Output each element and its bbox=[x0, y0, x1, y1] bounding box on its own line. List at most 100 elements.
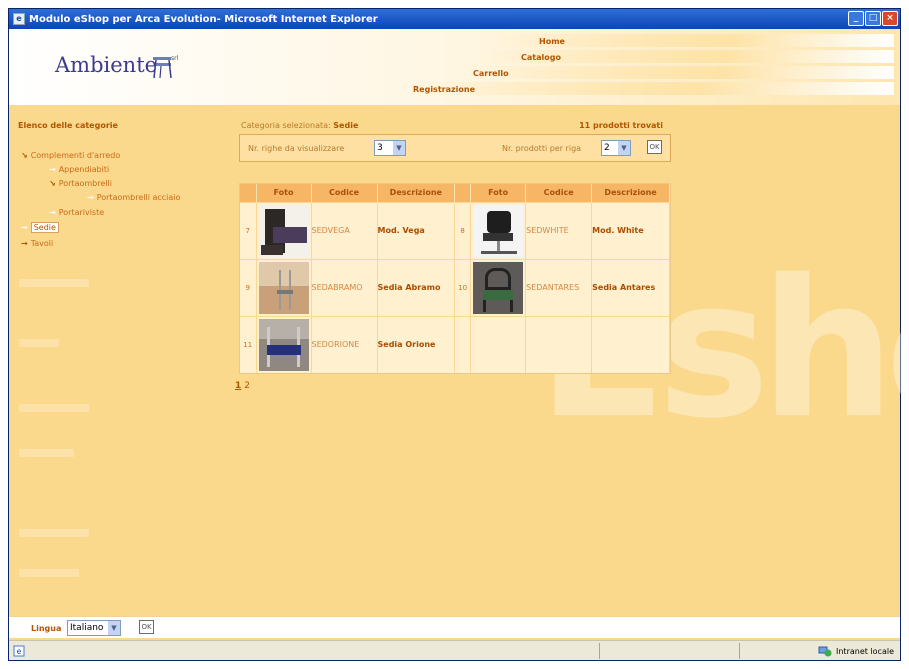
page-status-icon: e bbox=[13, 645, 25, 657]
category-label: Complementi d'arredo bbox=[30, 151, 121, 160]
close-button[interactable]: × bbox=[882, 11, 898, 26]
rows-select[interactable]: 3 ▼ bbox=[374, 140, 406, 156]
minimize-icon: _ bbox=[853, 13, 859, 23]
site-header: Ambiente srl Home Catalogo Carrello Regi… bbox=[9, 29, 900, 105]
language-go-button[interactable]: OK bbox=[139, 620, 154, 634]
category-appendiabiti[interactable]: → Appendiabiti bbox=[49, 165, 109, 174]
product-number: 8 bbox=[454, 201, 472, 259]
faded-text bbox=[19, 569, 79, 577]
product-description[interactable]: Sedia Orione bbox=[377, 315, 456, 373]
window-title: Modulo eShop per Arca Evolution- Microso… bbox=[29, 13, 378, 25]
product-description[interactable]: Sedia Abramo bbox=[377, 258, 456, 316]
category-portaombrelli[interactable]: ↘ Portaombrelli bbox=[49, 179, 112, 188]
chair-white-image bbox=[473, 204, 524, 257]
column-header: Codice bbox=[525, 184, 593, 202]
rows-label: Nr. righe da visualizzare bbox=[248, 144, 345, 153]
go-icon: OK bbox=[649, 143, 660, 151]
chair-orione-image bbox=[258, 318, 309, 371]
close-icon: × bbox=[886, 13, 894, 23]
arrow-right-icon: → bbox=[21, 223, 28, 232]
column-header: Foto bbox=[470, 184, 527, 202]
product-photo[interactable] bbox=[470, 201, 527, 259]
product-photo[interactable] bbox=[256, 315, 312, 373]
product-description[interactable]: Mod. Vega bbox=[377, 201, 456, 259]
per-row-select[interactable]: 2 ▼ bbox=[601, 140, 631, 156]
chair-vega-image bbox=[258, 204, 309, 257]
product-number: 10 bbox=[454, 258, 472, 316]
window-controls: _ □ × bbox=[848, 11, 898, 26]
product-photo[interactable] bbox=[256, 201, 312, 259]
category-tavoli[interactable]: → Tavoli bbox=[21, 239, 53, 248]
status-bar: e Intranet locale bbox=[9, 640, 900, 660]
category-complementi[interactable]: ↘ Complementi d'arredo bbox=[21, 151, 120, 160]
logo-text: Ambiente bbox=[55, 53, 158, 77]
maximize-icon: □ bbox=[868, 13, 878, 23]
faded-text bbox=[19, 339, 59, 347]
browser-window: e Modulo eShop per Arca Evolution- Micro… bbox=[8, 8, 909, 661]
per-row-label: Nr. prodotti per riga bbox=[502, 144, 582, 153]
language-select-value: Italiano bbox=[70, 623, 104, 633]
chair-antares-image bbox=[473, 261, 524, 314]
chevron-down-icon: ▼ bbox=[108, 621, 120, 635]
product-code[interactable]: SEDORIONE bbox=[311, 315, 378, 373]
minimize-button[interactable]: _ bbox=[848, 11, 864, 26]
category-label: Portariviste bbox=[58, 208, 105, 217]
title-bar: e Modulo eShop per Arca Evolution- Micro… bbox=[9, 9, 900, 29]
logo[interactable]: Ambiente bbox=[55, 53, 157, 77]
category-sedie[interactable]: → Sedie bbox=[21, 222, 59, 233]
nav-catalogo[interactable]: Catalogo bbox=[517, 51, 565, 64]
column-header: Descrizione bbox=[591, 184, 670, 202]
category-label: Portaombrelli bbox=[58, 179, 112, 188]
logo-sup: srl bbox=[171, 55, 179, 62]
product-description bbox=[591, 315, 670, 373]
product-photo[interactable] bbox=[470, 258, 527, 316]
product-code[interactable]: SEDABRAMO bbox=[311, 258, 378, 316]
nav-carrello[interactable]: Carrello bbox=[469, 67, 513, 80]
selected-category: Categoria selezionata: Sedie bbox=[241, 121, 358, 130]
column-header-num bbox=[454, 184, 472, 202]
product-number: 11 bbox=[240, 315, 257, 373]
language-label: Lingua bbox=[31, 624, 62, 633]
chevron-down-icon: ▼ bbox=[393, 141, 405, 155]
language-select[interactable]: Italiano ▼ bbox=[67, 620, 121, 636]
category-label: Portaombrelli acciaio bbox=[96, 193, 181, 202]
page-link[interactable]: 2 bbox=[244, 381, 250, 391]
product-code bbox=[525, 315, 593, 373]
arrow-right-icon: → bbox=[21, 239, 28, 248]
product-description[interactable]: Mod. White bbox=[591, 201, 670, 259]
pagination: 12 bbox=[235, 381, 253, 391]
page-link-current[interactable]: 1 bbox=[235, 381, 241, 391]
maximize-button[interactable]: □ bbox=[865, 11, 881, 26]
column-header: Foto bbox=[256, 184, 312, 202]
nav-registrazione[interactable]: Registrazione bbox=[409, 83, 479, 96]
column-header-num bbox=[240, 184, 257, 202]
category-portariviste[interactable]: → Portariviste bbox=[49, 208, 104, 217]
product-number bbox=[454, 315, 472, 373]
table-row: 9 SEDABRAMO Sedia Abramo 10 SEDANTARES S… bbox=[240, 258, 670, 316]
product-description[interactable]: Sedia Antares bbox=[591, 258, 670, 316]
products-table: Foto Codice Descrizione Foto Codice Desc… bbox=[239, 183, 671, 374]
faded-text bbox=[19, 279, 89, 287]
selected-category-label: Categoria selezionata: bbox=[241, 121, 331, 130]
svg-text:e: e bbox=[17, 647, 22, 656]
table-row: 11 SEDORIONE Sedia Orione bbox=[240, 315, 670, 373]
product-code[interactable]: SEDANTARES bbox=[525, 258, 593, 316]
footer: Lingua Italiano ▼ OK bbox=[9, 616, 900, 638]
display-controls: Nr. righe da visualizzare 3 ▼ Nr. prodot… bbox=[239, 134, 671, 162]
zone-label: Intranet locale bbox=[836, 646, 894, 656]
product-code[interactable]: SEDVEGA bbox=[311, 201, 378, 259]
table-row: 7 SEDVEGA Mod. Vega 8 SEDWHITE Mod. Whit… bbox=[240, 201, 670, 259]
arrow-down-right-icon: ↘ bbox=[21, 151, 28, 160]
product-number: 7 bbox=[240, 201, 257, 259]
intranet-icon bbox=[818, 646, 832, 657]
selected-category-value: Sedie bbox=[333, 121, 359, 130]
nav-band bbox=[469, 66, 894, 79]
arrow-right-icon: → bbox=[49, 208, 56, 217]
nav-home[interactable]: Home bbox=[535, 35, 569, 48]
go-button[interactable]: OK bbox=[647, 140, 662, 154]
product-code[interactable]: SEDWHITE bbox=[525, 201, 593, 259]
category-portaombrelli-acciaio[interactable]: → Portaombrelli acciaio bbox=[87, 193, 180, 202]
product-photo[interactable] bbox=[256, 258, 312, 316]
column-header: Codice bbox=[311, 184, 378, 202]
arrow-down-right-icon: ↘ bbox=[49, 179, 56, 188]
